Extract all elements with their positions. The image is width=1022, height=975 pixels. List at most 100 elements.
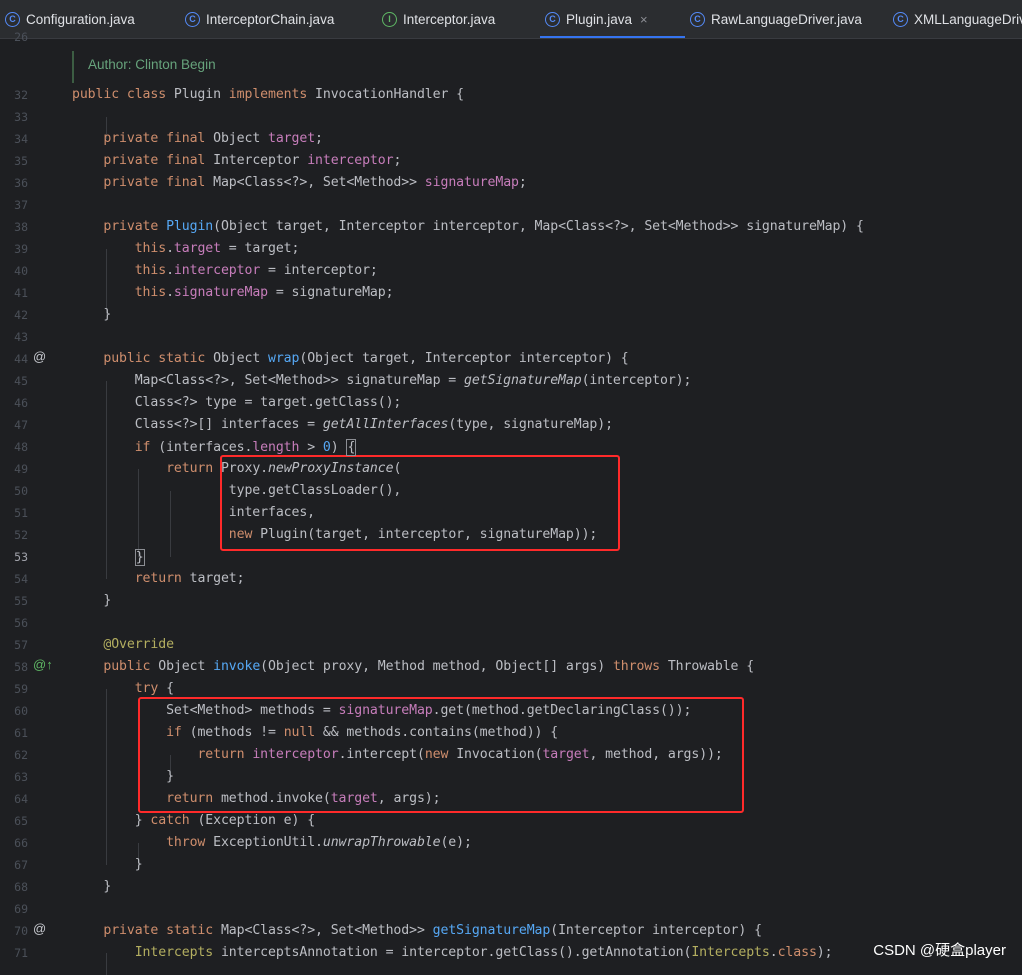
code-text: } [72, 879, 112, 894]
code-text: return Proxy.newProxyInstance( [166, 461, 402, 476]
line-number: 35 [14, 154, 28, 168]
line-number: 58 [14, 660, 28, 674]
line-number: 45 [14, 374, 28, 388]
code-text: Intercepts interceptsAnnotation = interc… [134, 945, 833, 960]
code-text: private final Interceptor interceptor; [103, 153, 402, 168]
code-line[interactable]: 56 [0, 612, 1022, 634]
code-text: } [72, 769, 174, 784]
code-line[interactable]: 55 } [0, 590, 1022, 612]
code-line[interactable]: 60 Set<Method> methods = signatureMap.ge… [0, 700, 1022, 722]
annotation-gutter-icon[interactable]: @ [33, 921, 46, 936]
code-line[interactable]: 54 return target; [0, 568, 1022, 590]
code-line[interactable]: 61 if (methods != null && methods.contai… [0, 722, 1022, 744]
code-editor[interactable]: 26 Author: Clinton Begin 32 public class … [0, 30, 1022, 975]
annotation-gutter-icon[interactable]: @ [33, 349, 46, 364]
tab-plugin-java[interactable]: C Plugin.java × [540, 0, 685, 38]
interface-icon: I [382, 11, 397, 27]
code-text: } [72, 307, 112, 322]
code-line[interactable]: 67 } [0, 854, 1022, 876]
code-line[interactable]: 68 } [0, 876, 1022, 898]
line-number: 46 [14, 396, 28, 410]
code-line[interactable]: 45 Map<Class<?>, Set<Method>> signatureM… [0, 370, 1022, 392]
line-number: 44 [14, 352, 28, 366]
code-text: } [134, 549, 145, 566]
code-line[interactable]: 53 } [0, 546, 1022, 568]
code-line[interactable]: 63 } [0, 766, 1022, 788]
code-text: return target; [134, 571, 245, 586]
code-line[interactable]: 43 [0, 326, 1022, 348]
tab-rawlanguagedriver-java[interactable]: C RawLanguageDriver.java [685, 0, 888, 38]
code-line[interactable]: 36 private final Map<Class<?>, Set<Metho… [0, 172, 1022, 194]
code-text: @Override [103, 637, 174, 652]
code-line[interactable]: 44 @ public static Object wrap(Object tar… [0, 348, 1022, 370]
code-line[interactable]: 58 @↑ public Object invoke(Object proxy, … [0, 656, 1022, 678]
code-line[interactable]: 50 type.getClassLoader(), [0, 480, 1022, 502]
code-line[interactable]: 34 private final Object target; [0, 128, 1022, 150]
code-line[interactable]: 37 [0, 194, 1022, 216]
code-text: this.interceptor = interceptor; [134, 263, 378, 278]
code-text: new Plugin(target, interceptor, signatur… [228, 527, 598, 542]
tab-xmllanguagedriver[interactable]: C XMLLanguageDriver [888, 0, 1022, 38]
code-line[interactable]: 48 if (interfaces.length > 0) { [0, 436, 1022, 458]
implements-method-gutter-icon[interactable]: @↑ [33, 657, 53, 672]
line-number: 34 [14, 132, 28, 146]
line-number: 36 [14, 176, 28, 190]
csdn-watermark: CSDN @硬盒player [873, 942, 1006, 959]
code-line[interactable]: 70 @ private static Map<Class<?>, Set<Met… [0, 920, 1022, 942]
class-icon: C [185, 11, 200, 27]
tab-interceptor-java[interactable]: I Interceptor.java [377, 0, 540, 38]
line-number: 50 [14, 484, 28, 498]
code-line[interactable]: 51 interfaces, [0, 502, 1022, 524]
code-line[interactable]: 69 [0, 898, 1022, 920]
code-line[interactable]: 35 private final Interceptor interceptor… [0, 150, 1022, 172]
code-line[interactable]: 32 public class Plugin implements Invocat… [0, 84, 1022, 106]
line-number: 38 [14, 220, 28, 234]
line-number: 62 [14, 748, 28, 762]
tab-label: Plugin.java [566, 11, 633, 27]
code-text: interfaces, [72, 505, 316, 520]
class-icon: C [893, 11, 908, 27]
line-number: 71 [14, 946, 28, 960]
code-line[interactable]: 59 try { [0, 678, 1022, 700]
code-line[interactable]: 64 return method.invoke(target, args); [0, 788, 1022, 810]
code-line[interactable]: 38 private Plugin(Object target, Interce… [0, 216, 1022, 238]
code-line[interactable]: 46 Class<?> type = target.getClass(); [0, 392, 1022, 414]
code-line[interactable]: 62 return interceptor.intercept(new Invo… [0, 744, 1022, 766]
tab-interceptorchain-java[interactable]: C InterceptorChain.java [180, 0, 377, 38]
code-line[interactable]: 40 this.interceptor = interceptor; [0, 260, 1022, 282]
code-line[interactable]: 41 this.signatureMap = signatureMap; [0, 282, 1022, 304]
code-text: return interceptor.intercept(new Invocat… [197, 747, 723, 762]
doc-comment-text: Author: Clinton Begin [88, 57, 216, 72]
line-number: 57 [14, 638, 28, 652]
tab-label: XMLLanguageDriver [914, 11, 1022, 27]
code-line[interactable]: 57 @Override [0, 634, 1022, 656]
class-icon: C [690, 11, 705, 27]
code-text: public static Object wrap(Object target,… [103, 351, 629, 366]
code-line[interactable]: 66 throw ExceptionUtil.unwrapThrowable(e… [0, 832, 1022, 854]
code-line[interactable]: 65 } catch (Exception e) { [0, 810, 1022, 832]
line-number: 70 [14, 924, 28, 938]
line-number: 52 [14, 528, 28, 542]
code-text: } [72, 857, 143, 872]
line-number: 56 [14, 616, 28, 630]
line-number: 63 [14, 770, 28, 784]
code-text: public Object invoke(Object proxy, Metho… [103, 659, 755, 674]
code-line[interactable]: 71 Intercepts interceptsAnnotation = int… [0, 942, 1022, 964]
line-number: 32 [14, 88, 28, 102]
tab-label: RawLanguageDriver.java [711, 11, 862, 27]
code-line[interactable]: 52 new Plugin(target, interceptor, signa… [0, 524, 1022, 546]
close-tab-icon[interactable]: × [640, 12, 648, 27]
code-line[interactable]: 42 } [0, 304, 1022, 326]
code-text: private Plugin(Object target, Intercepto… [103, 219, 864, 234]
code-line[interactable]: 33 [0, 106, 1022, 128]
code-text: if (interfaces.length > 0) { [134, 439, 357, 456]
line-number: 51 [14, 506, 28, 520]
code-line[interactable]: 49 return Proxy.newProxyInstance( [0, 458, 1022, 480]
line-number: 48 [14, 440, 28, 454]
code-text: public class Plugin implements Invocatio… [72, 87, 464, 102]
code-line[interactable]: 47 Class<?>[] interfaces = getAllInterfa… [0, 414, 1022, 436]
line-number: 64 [14, 792, 28, 806]
code-line[interactable]: 39 this.target = target; [0, 238, 1022, 260]
line-number: 55 [14, 594, 28, 608]
code-text: } catch (Exception e) { [72, 813, 316, 828]
